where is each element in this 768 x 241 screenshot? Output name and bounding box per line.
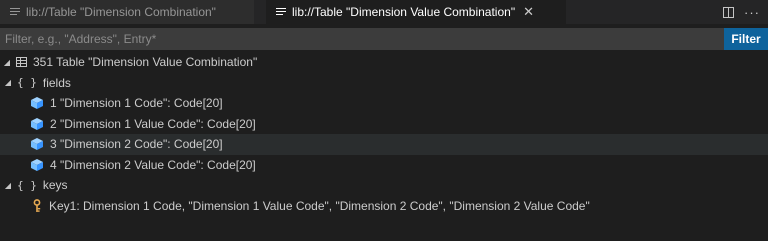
tab-label: lib://Table "Dimension Value Combination… [292,5,516,19]
split-editor-icon[interactable] [723,6,734,18]
tree-field-item[interactable]: 2 "Dimension 1 Value Code": Code[20] [0,114,768,135]
symbol-tree: ◢ 351 Table "Dimension Value Combination… [0,52,768,216]
tab-dimension-value-combination[interactable]: lib://Table "Dimension Value Combination… [266,0,566,24]
field-label: 2 "Dimension 1 Value Code": Code[20] [50,116,256,131]
tree-group-label: fields [42,75,71,90]
field-icon [31,158,43,171]
chevron-down-icon[interactable]: ◢ [4,181,12,190]
tree-group-label: keys [42,178,68,193]
preview-icon [10,7,20,17]
tab-label: lib://Table "Dimension Combination" [26,5,216,19]
tree-group-fields[interactable]: ◢ { } fields [0,73,768,94]
editor-tab-bar: lib://Table "Dimension Combination" lib:… [0,0,768,24]
tree-field-item[interactable]: 1 "Dimension 1 Code": Code[20] [0,93,768,114]
chevron-down-icon[interactable]: ◢ [3,58,11,67]
field-icon [31,117,43,130]
field-label: 3 "Dimension 2 Code": Code[20] [50,137,223,152]
tree-key-item[interactable]: Key1: Dimension 1 Code, "Dimension 1 Val… [0,196,768,217]
tab-dimension-combination[interactable]: lib://Table "Dimension Combination" [0,0,254,24]
braces-icon: { } [17,76,37,90]
field-label: 4 "Dimension 2 Value Code": Code[20] [50,157,256,172]
key-label: Key1: Dimension 1 Code, "Dimension 1 Val… [49,198,590,213]
key-icon [33,198,41,212]
chevron-down-icon[interactable]: ◢ [4,78,12,87]
field-label: 1 "Dimension 1 Code": Code[20] [50,96,223,111]
tree-field-item-selected[interactable]: 3 "Dimension 2 Code": Code[20] [0,134,768,155]
close-icon[interactable]: ✕ [523,4,534,20]
filter-button[interactable]: Filter [724,28,768,50]
more-actions-icon[interactable]: ··· [744,5,760,20]
tree-root-label: 351 Table "Dimension Value Combination" [33,55,258,70]
field-icon [31,138,43,151]
tree-group-keys[interactable]: ◢ { } keys [0,175,768,196]
tab-actions: ··· [723,0,760,24]
table-icon [16,57,27,68]
filter-bar: Filter [0,28,768,50]
field-icon [31,97,43,110]
tree-root-table[interactable]: ◢ 351 Table "Dimension Value Combination… [0,52,768,73]
preview-icon [276,7,286,17]
filter-input[interactable] [0,28,724,50]
tree-field-item[interactable]: 4 "Dimension 2 Value Code": Code[20] [0,155,768,176]
braces-icon: { } [17,178,37,192]
